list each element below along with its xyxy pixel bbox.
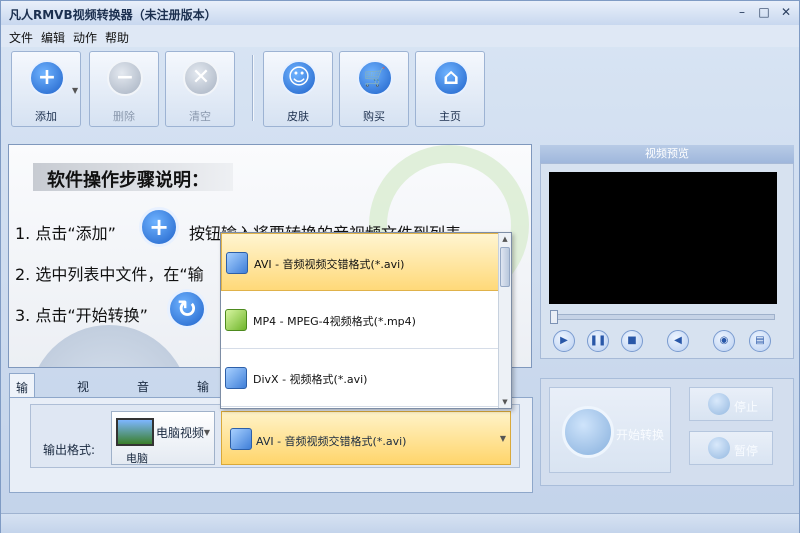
delete-button-label: 删除 [113, 110, 135, 123]
volume-icon[interactable]: ◀ [667, 330, 689, 352]
format-dropdown-list: AVI - 音频视频交错格式(*.avi) MP4 - MPEG-4视频格式(*… [220, 232, 512, 409]
pause-icon[interactable]: ❚❚ [587, 330, 609, 352]
snapshot-icon[interactable]: ◉ [713, 330, 735, 352]
chevron-down-icon: ▼ [499, 434, 506, 443]
menu-edit[interactable]: 编辑 [41, 29, 65, 46]
home-button-label: 主页 [439, 110, 461, 123]
cart-icon: 🛒 [357, 60, 393, 96]
window-title: 凡人RMVB视频转换器（未注册版本） [9, 8, 217, 22]
decorative-disc [29, 325, 189, 367]
scroll-up-arrow-icon[interactable]: ▲ [499, 233, 511, 245]
folder-icon[interactable]: ▤ [749, 330, 771, 352]
device-select-subtitle: 电脑 [126, 452, 148, 465]
home-button[interactable]: ⌂ 主页 [415, 51, 485, 127]
plus-icon: + [29, 60, 65, 96]
pause-button-label: 暂停 [734, 444, 759, 458]
guide-step-1-prefix: 1. 点击“添加” [15, 224, 116, 243]
format-option-avi[interactable]: AVI - 音频视频交错格式(*.avi) [221, 233, 499, 291]
stop-button[interactable]: 停止 [689, 387, 773, 421]
monitor-icon [116, 418, 154, 446]
buy-button[interactable]: 🛒 购买 [339, 51, 409, 127]
guide-step-2: 2. 选中列表中文件，在“输 [15, 265, 204, 284]
skin-button-label: 皮肤 [287, 110, 309, 123]
buy-button-label: 购买 [363, 110, 385, 123]
format-option-label: AVI - 音频视频交错格式(*.avi) [254, 258, 405, 271]
toolbar: + ▼ 添加 − 删除 ✕ 清空 ☺ 皮肤 🛒 购买 ⌂ 主页 [7, 49, 793, 131]
menu-help[interactable]: 帮助 [105, 29, 129, 46]
start-convert-button[interactable]: 开始转换 [549, 387, 671, 473]
guide-convert-icon: ↻ [167, 289, 207, 329]
toolbar-separator [252, 55, 254, 121]
delete-button[interactable]: − 删除 [89, 51, 159, 127]
device-select[interactable]: 电脑视频 电脑 ▼ [111, 411, 215, 465]
scroll-down-arrow-icon[interactable]: ▼ [499, 396, 511, 408]
format-option-divx[interactable]: DivX - 视频格式(*.avi) [221, 349, 499, 407]
output-format-group: 输出格式: 电脑视频 电脑 ▼ AVI - 音频视频交错格式(*.avi) ▼ [30, 404, 520, 468]
skin-button[interactable]: ☺ 皮肤 [263, 51, 333, 127]
green-cube-icon [225, 309, 247, 331]
minimize-button[interactable]: – [733, 3, 751, 21]
output-format-panel: 输出格式: 电脑视频 电脑 ▼ AVI - 音频视频交错格式(*.avi) ▼ [9, 397, 533, 493]
seek-handle[interactable] [550, 310, 558, 324]
status-bar [1, 513, 799, 533]
minus-icon: − [107, 60, 143, 96]
preview-title: 视频预览 [540, 145, 794, 163]
device-select-value: 电脑视频 [156, 426, 205, 440]
video-preview: ▶ ❚❚ ■ ◀ ◉ ▤ [540, 163, 794, 359]
menu-bar: 文件 编辑 动作 帮助 [1, 25, 799, 47]
seek-bar[interactable] [550, 310, 775, 324]
conversion-controls: 开始转换 停止 暂停 [540, 378, 794, 486]
menu-file[interactable]: 文件 [9, 29, 33, 46]
tab-output-format[interactable]: 输出格式 [9, 373, 36, 446]
clear-button[interactable]: ✕ 清空 [165, 51, 235, 127]
x-icon: ✕ [183, 60, 219, 96]
pause-icon [708, 437, 730, 459]
format-select-value: AVI - 音频视频交错格式(*.avi) [256, 435, 407, 448]
format-select[interactable]: AVI - 音频视频交错格式(*.avi) ▼ [221, 411, 511, 465]
dropdown-scrollbar[interactable]: ▲ ▼ [498, 233, 511, 408]
play-icon[interactable]: ▶ [553, 330, 575, 352]
close-button[interactable]: ✕ [777, 3, 795, 21]
start-convert-label: 开始转换 [616, 428, 665, 442]
guide-step-3: 3. 点击“开始转换” [15, 306, 148, 325]
add-button-label: 添加 [35, 110, 57, 123]
stop-button-label: 停止 [734, 400, 759, 414]
format-option-label: MP4 - MPEG-4视频格式(*.mp4) [253, 315, 416, 328]
home-icon: ⌂ [433, 60, 469, 96]
tab-video-params[interactable]: 视频参数 [71, 373, 95, 445]
title-bar[interactable]: 凡人RMVB视频转换器（未注册版本） – □ ✕ [1, 1, 799, 25]
app-window: 凡人RMVB视频转换器（未注册版本） – □ ✕ 文件 编辑 动作 帮助 + ▼… [0, 0, 800, 533]
add-button[interactable]: + ▼ 添加 [11, 51, 81, 127]
scroll-thumb[interactable] [500, 247, 510, 287]
format-option-mp4[interactable]: MP4 - MPEG-4视频格式(*.mp4) [221, 291, 499, 349]
menu-action[interactable]: 动作 [73, 29, 97, 46]
clear-button-label: 清空 [189, 110, 211, 123]
video-display [549, 172, 777, 304]
pause-button[interactable]: 暂停 [689, 431, 773, 465]
guide-heading: 软件操作步骤说明： [47, 170, 209, 191]
stop-icon [708, 393, 730, 415]
add-dropdown-arrow-icon[interactable]: ▼ [72, 86, 78, 95]
chevron-down-icon: ▼ [203, 428, 210, 437]
tab-audio-params[interactable]: 音频参数 [131, 373, 155, 445]
tab-output[interactable]: 输出 [191, 373, 215, 411]
blue-cube-icon [226, 252, 248, 274]
blue-cube-icon [230, 428, 252, 450]
guide-add-icon: + [139, 207, 179, 247]
format-option-label: DivX - 视频格式(*.avi) [253, 373, 368, 386]
blue-cube-icon [225, 367, 247, 389]
output-format-label: 输出格式: [43, 443, 96, 457]
stop-icon[interactable]: ■ [621, 330, 643, 352]
convert-arrow-icon [562, 406, 614, 458]
smiley-icon: ☺ [281, 60, 317, 96]
maximize-button[interactable]: □ [755, 3, 773, 21]
